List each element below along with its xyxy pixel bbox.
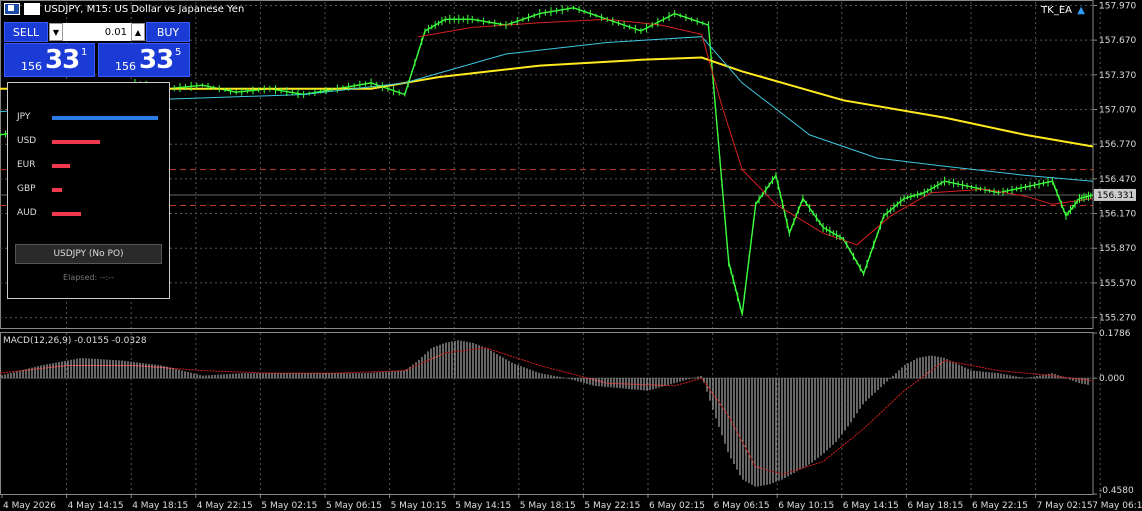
strength-label-eur: EUR — [17, 160, 36, 170]
macd-pane — [0, 340, 1094, 487]
time-axis-label: 5 May 02:15 — [261, 501, 317, 511]
strength-bar-eur — [52, 164, 71, 168]
buy-price-big: 33 — [139, 45, 174, 75]
strength-label-aud: AUD — [17, 208, 37, 218]
strength-label-gbp: GBP — [17, 184, 36, 194]
pair-button[interactable]: USDJPY (No PO) — [15, 244, 162, 264]
chart-title: USDJPY, M15: US Dollar vs Japanese Yen — [4, 3, 244, 15]
strength-bar-jpy — [52, 116, 158, 120]
series-line-3 — [418, 18, 1094, 246]
time-axis-label: 6 May 02:15 — [649, 501, 705, 511]
price-axis-label: 156.170 — [1099, 210, 1136, 220]
time-axis-label: 6 May 22:15 — [972, 501, 1028, 511]
time-axis-label: 5 May 14:15 — [455, 501, 511, 511]
buy-button[interactable]: BUY — [146, 22, 190, 42]
price-axis-label: 155.270 — [1099, 314, 1136, 324]
time-axis-label: 6 May 10:15 — [778, 501, 834, 511]
chevron-up-icon[interactable]: ▲ — [131, 23, 145, 41]
ea-label: TK_EA — [1041, 5, 1072, 16]
time-axis-label: 7 May 02:15 — [1037, 501, 1093, 511]
price-axis-label: 157.670 — [1099, 36, 1136, 46]
flag-icon-2 — [24, 3, 40, 15]
time-axis-label: 4 May 22:15 — [197, 501, 253, 511]
time-axis-label: 5 May 06:15 — [326, 501, 382, 511]
macd-axis-label: -0.4580 — [1099, 486, 1134, 496]
strength-label-jpy: JPY — [17, 112, 31, 122]
price-axis-label: 157.370 — [1099, 71, 1136, 81]
strength-bar-usd — [52, 140, 100, 144]
buy-price-box[interactable]: 156 33 5 — [98, 43, 190, 77]
ea-cap-icon[interactable]: ▲ — [1077, 5, 1085, 16]
sell-button[interactable]: SELL — [4, 22, 48, 42]
time-axis-label: 4 May 14:15 — [68, 501, 124, 511]
flag-icon — [4, 3, 20, 15]
buy-price-prefix: 156 — [115, 60, 136, 73]
chevron-down-icon[interactable]: ▼ — [49, 23, 63, 41]
time-axis-label: 6 May 18:15 — [907, 501, 963, 511]
strength-bar-gbp — [52, 188, 62, 192]
price-axis-label: 156.470 — [1099, 175, 1136, 185]
price-axis-label: 155.870 — [1099, 244, 1136, 254]
time-axis-label: 7 May 06:15 — [1092, 501, 1142, 511]
buy-price-sup: 5 — [175, 47, 182, 58]
sell-price-prefix: 156 — [21, 60, 42, 73]
price-axis-label: 155.570 — [1099, 279, 1136, 289]
macd-axis-label: 0.000 — [1099, 374, 1125, 384]
price-axis-label: 157.970 — [1099, 1, 1136, 11]
one-click-trading-panel: SELL ▼ 0.01 ▲ BUY 156 33 1 156 33 5 — [4, 22, 190, 78]
time-axis-label: 5 May 18:15 — [520, 501, 576, 511]
lot-size-value[interactable]: 0.01 — [63, 27, 131, 38]
time-axis-label: 6 May 06:15 — [714, 501, 770, 511]
strength-label-usd: USD — [17, 136, 37, 146]
elapsed-text: Elapsed: --:-- — [63, 273, 114, 282]
chart-title-text: USDJPY, M15: US Dollar vs Japanese Yen — [44, 3, 245, 15]
sell-price-big: 33 — [45, 45, 80, 75]
time-axis-label: 4 May 18:15 — [132, 501, 188, 511]
price-axis-label: 156.770 — [1099, 140, 1136, 150]
lot-size-field[interactable]: ▼ 0.01 ▲ — [49, 23, 145, 41]
sell-price-sup: 1 — [81, 47, 88, 58]
time-axis-label: 5 May 22:15 — [584, 501, 640, 511]
currency-strength-panel: JPY USD EUR GBP AUD USDJPY (No PO) Elaps… — [7, 82, 170, 299]
time-axis-label: 4 May 2026 — [3, 501, 56, 511]
price-axis-label: 157.070 — [1099, 106, 1136, 116]
strength-bar-aud — [52, 212, 81, 216]
macd-axis-label: 0.1786 — [1099, 329, 1131, 339]
time-axis-label: 6 May 14:15 — [843, 501, 899, 511]
current-price-label: 156.331 — [1097, 191, 1134, 201]
sell-price-box[interactable]: 156 33 1 — [4, 43, 95, 77]
macd-indicator-label: MACD(12,26,9) -0.0155 -0.0328 — [3, 336, 147, 346]
time-axis-label: 5 May 10:15 — [391, 501, 447, 511]
